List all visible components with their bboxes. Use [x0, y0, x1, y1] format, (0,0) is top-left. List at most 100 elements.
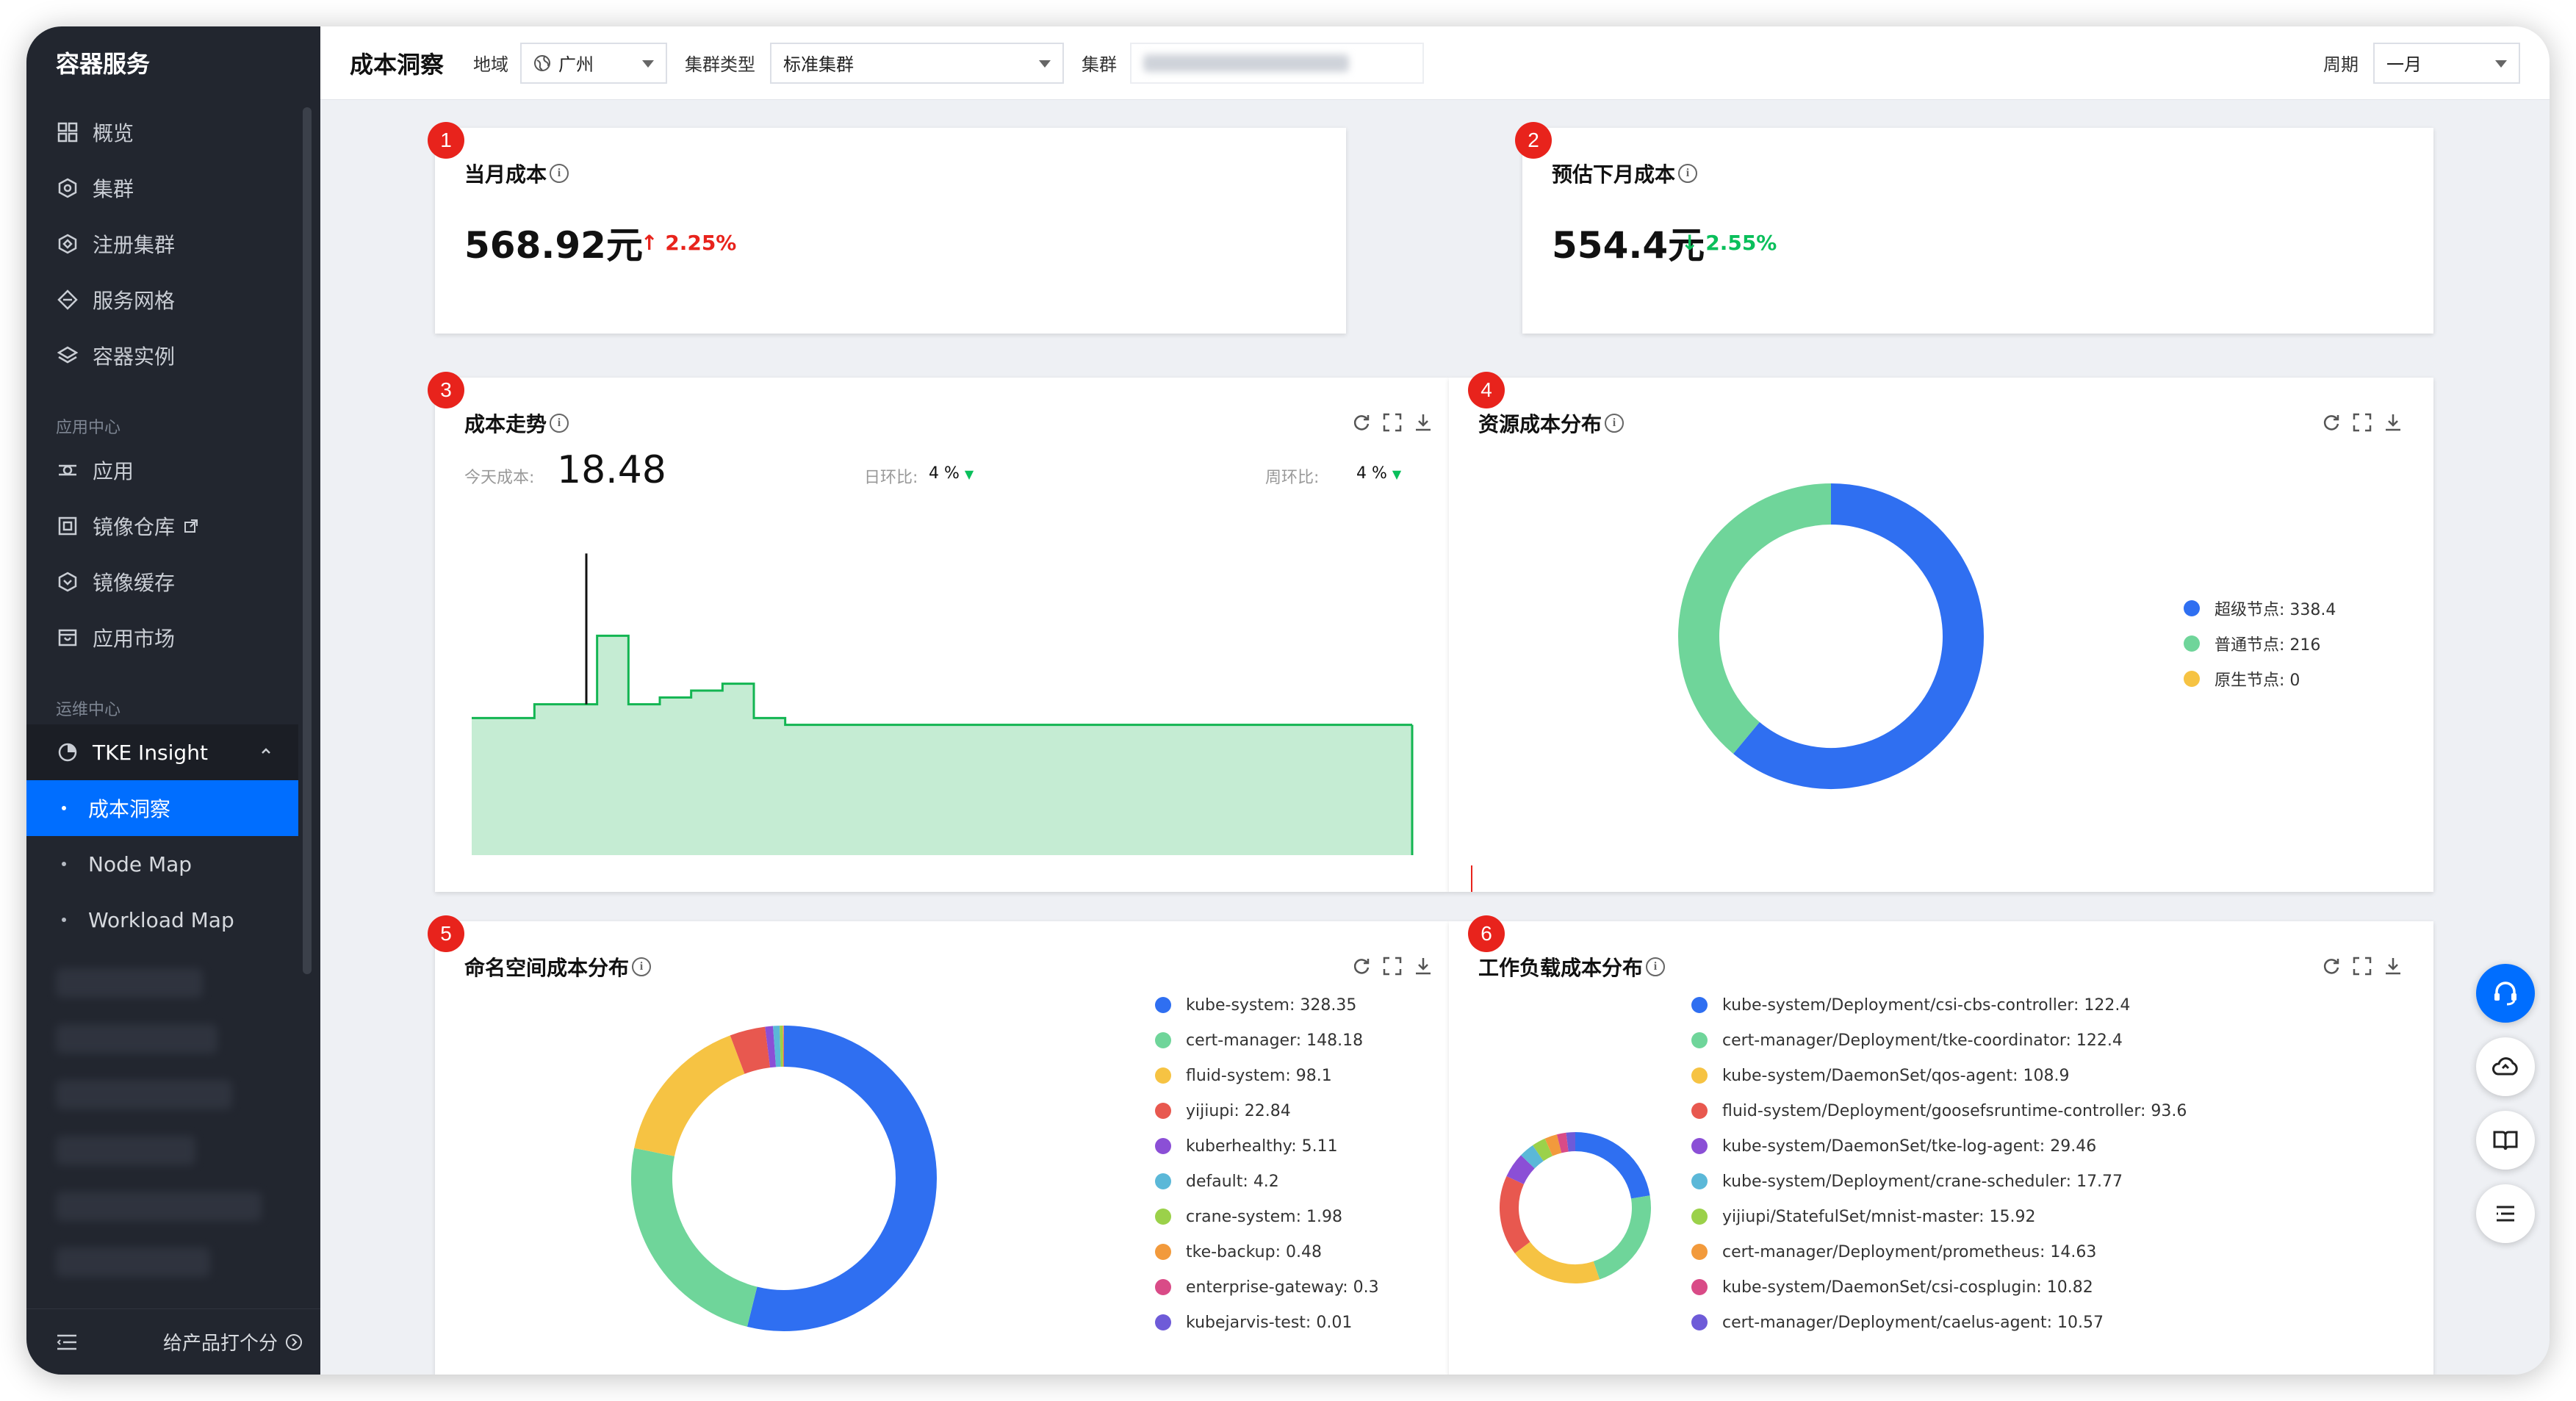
info-icon[interactable]: i — [550, 414, 569, 433]
info-icon[interactable]: i — [550, 164, 569, 183]
legend-item[interactable]: kube-system/Deployment/csi-cbs-controlle… — [1691, 987, 2187, 1023]
sidebar-item-label: 服务网格 — [93, 289, 176, 313]
legend-item[interactable]: enterprise-gateway: 0.3 — [1155, 1269, 1379, 1305]
donut-slice[interactable] — [1533, 1138, 1553, 1162]
legend-swatch — [1691, 1103, 1708, 1119]
customer-service-button[interactable] — [2476, 964, 2535, 1023]
legend-swatch — [1155, 1209, 1171, 1225]
donut-slice[interactable] — [1506, 1155, 1536, 1185]
sidebar-blurred-item[interactable] — [56, 1247, 210, 1277]
donut-slice[interactable] — [1575, 1132, 1650, 1199]
refresh-icon[interactable] — [1352, 413, 1371, 432]
legend-label: default: 4.2 — [1186, 1172, 1279, 1191]
workload-cost-card: 工作负载成本分布 i kube-system/Deployment/csi-cbs… — [1449, 921, 2433, 1375]
donut-slice[interactable] — [631, 1148, 758, 1327]
period-value: 一月 — [2386, 54, 2422, 75]
sidebar-item-image-repo[interactable]: 镜像仓库 — [26, 498, 298, 554]
arrow-down-icon: ↓ — [1681, 231, 1699, 255]
legend-item[interactable]: 原生节点: 0 — [2184, 661, 2336, 696]
card-title: 成本走势 i — [464, 408, 569, 438]
sidebar-item-service-mesh[interactable]: 服务网格 — [26, 272, 298, 328]
sidebar-item-tke-insight[interactable]: TKE Insight — [26, 724, 298, 780]
cluster-value-blurred — [1143, 54, 1350, 72]
legend-item[interactable]: kube-system/Deployment/crane-scheduler: … — [1691, 1164, 2187, 1199]
sidebar-sub-cost-insight[interactable]: 成本洞察 — [26, 780, 298, 836]
legend-item[interactable]: kubejarvis-test: 0.01 — [1155, 1305, 1379, 1340]
sidebar-blurred-item[interactable] — [56, 1136, 195, 1165]
donut-slice[interactable] — [1544, 1134, 1562, 1156]
bullet-icon — [62, 806, 66, 810]
wow-value: 4 % ▼ — [1356, 464, 1401, 483]
legend-item[interactable]: kube-system: 328.35 — [1155, 987, 1379, 1023]
rate-product-button[interactable]: 给产品打个分 — [163, 1328, 303, 1355]
cloud-button[interactable] — [2476, 1037, 2535, 1096]
legend-item[interactable]: yijiupi: 22.84 — [1155, 1093, 1379, 1128]
sidebar-item-image-cache[interactable]: 镜像缓存 — [26, 554, 298, 610]
sidebar-blurred-item[interactable] — [56, 968, 203, 998]
download-icon[interactable] — [1414, 413, 1433, 432]
legend-item[interactable]: 超级节点: 338.4 — [2184, 591, 2336, 626]
sidebar-item-register-cluster[interactable]: 注册集群 — [26, 216, 298, 272]
period-select[interactable]: 一月 — [2373, 42, 2520, 84]
list-icon — [2492, 1200, 2519, 1227]
sidebar-item-cluster[interactable]: 集群 — [26, 160, 298, 216]
docs-button[interactable] — [2476, 1111, 2535, 1170]
sidebar-sub-workload-map[interactable]: Workload Map — [26, 892, 298, 948]
menu-collapse-icon[interactable] — [56, 1333, 78, 1352]
sidebar-sub-node-map[interactable]: Node Map — [26, 836, 298, 892]
fullscreen-icon[interactable] — [2353, 957, 2372, 976]
sidebar-sub-label: Node Map — [88, 851, 193, 876]
donut-slice[interactable] — [1521, 1145, 1544, 1169]
donut-slice[interactable] — [746, 1026, 937, 1331]
legend-item[interactable]: default: 4.2 — [1155, 1164, 1379, 1199]
sidebar-blurred-item[interactable] — [56, 1080, 232, 1109]
legend-item[interactable]: yijiupi/StatefulSet/mnist-master: 15.92 — [1691, 1199, 2187, 1234]
legend-item[interactable]: kube-system/DaemonSet/csi-cosplugin: 10.… — [1691, 1269, 2187, 1305]
cluster-select[interactable] — [1130, 42, 1425, 84]
donut-slice[interactable] — [1556, 1132, 1569, 1153]
bullet-icon — [62, 918, 66, 922]
donut-slice[interactable] — [1593, 1195, 1651, 1280]
sidebar-blurred-item[interactable] — [56, 1192, 262, 1221]
donut-slice[interactable] — [1500, 1176, 1530, 1253]
headset-icon — [2491, 979, 2520, 1008]
legend-item[interactable]: kube-system/DaemonSet/qos-agent: 108.9 — [1691, 1058, 2187, 1093]
fullscreen-icon[interactable] — [1383, 413, 1402, 432]
donut-slice[interactable] — [730, 1026, 771, 1075]
donut-slice[interactable] — [634, 1035, 746, 1157]
list-button[interactable] — [2476, 1184, 2535, 1243]
legend-item[interactable]: fluid-system/Deployment/goosefsruntime-c… — [1691, 1093, 2187, 1128]
legend-label: kubejarvis-test: 0.01 — [1186, 1313, 1353, 1332]
workload-legend: kube-system/Deployment/csi-cbs-controlle… — [1691, 987, 2187, 1340]
insight-icon — [56, 741, 79, 764]
badge-3: 3 — [428, 372, 464, 408]
sidebar-item-app-market[interactable]: 应用市场 — [26, 610, 298, 666]
legend-item[interactable]: crane-system: 1.98 — [1155, 1199, 1379, 1234]
legend-label: cert-manager/Deployment/tke-coordinator:… — [1722, 1031, 2123, 1050]
legend-item[interactable]: fluid-system: 98.1 — [1155, 1058, 1379, 1093]
sidebar-item-container-instance[interactable]: 容器实例 — [26, 328, 298, 383]
legend-swatch — [2184, 671, 2200, 687]
legend-item[interactable]: cert-manager: 148.18 — [1155, 1023, 1379, 1058]
legend-item[interactable]: cert-manager/Deployment/tke-coordinator:… — [1691, 1023, 2187, 1058]
info-icon[interactable]: i — [1678, 164, 1698, 183]
sidebar-blurred-item[interactable] — [56, 1024, 217, 1054]
donut-slice[interactable] — [1678, 483, 1832, 754]
donut-slice[interactable] — [765, 1026, 777, 1068]
sidebar-scrollbar[interactable] — [303, 107, 312, 974]
legend-item[interactable]: 普通节点: 216 — [2184, 626, 2336, 661]
sidebar-item-app[interactable]: 应用 — [26, 442, 298, 498]
legend-item[interactable]: tke-backup: 0.48 — [1155, 1234, 1379, 1269]
sidebar-item-overview[interactable]: 概览 — [26, 104, 298, 160]
donut-slice[interactable] — [1733, 483, 1984, 789]
download-icon[interactable] — [2383, 957, 2403, 976]
donut-slice[interactable] — [1514, 1241, 1600, 1283]
cluster-type-select[interactable]: 标准集群 — [770, 42, 1065, 84]
legend-swatch — [1155, 1279, 1171, 1295]
legend-item[interactable]: cert-manager/Deployment/caelus-agent: 10… — [1691, 1305, 2187, 1340]
legend-item[interactable]: kuberhealthy: 5.11 — [1155, 1128, 1379, 1164]
region-select[interactable]: 广州 — [520, 42, 668, 84]
legend-item[interactable]: cert-manager/Deployment/prometheus: 14.6… — [1691, 1234, 2187, 1269]
legend-item[interactable]: kube-system/DaemonSet/tke-log-agent: 29.… — [1691, 1128, 2187, 1164]
refresh-icon[interactable] — [2322, 957, 2341, 976]
